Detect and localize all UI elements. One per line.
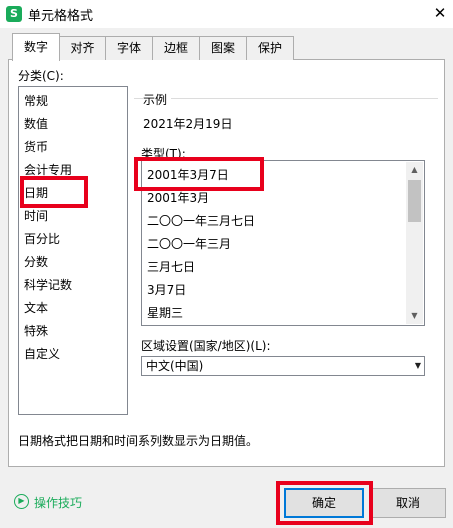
scroll-thumb[interactable] xyxy=(408,180,421,222)
ok-button[interactable]: 确定 xyxy=(284,488,364,518)
category-item-date[interactable]: 日期 xyxy=(23,183,49,204)
scroll-up-icon[interactable]: ▲ xyxy=(406,162,423,178)
category-item-custom[interactable]: 自定义 xyxy=(23,344,60,365)
sample-label: 示例 xyxy=(143,91,172,108)
type-item[interactable]: 2001年3月 xyxy=(147,187,209,210)
category-label: 分类(C): xyxy=(18,69,64,83)
close-button[interactable]: ✕ xyxy=(430,3,450,23)
cancel-button[interactable]: 取消 xyxy=(370,488,446,518)
type-item[interactable]: 三月七日 xyxy=(147,256,195,279)
category-item-special[interactable]: 特殊 xyxy=(23,321,48,342)
type-list-scrollbar[interactable]: ▲ ▼ xyxy=(406,162,423,324)
category-item-number[interactable]: 数值 xyxy=(23,114,48,135)
dropdown-arrow-icon: ▼ xyxy=(414,361,421,370)
type-item[interactable]: 星期三 xyxy=(147,302,183,325)
tab-number[interactable]: 数字 xyxy=(12,33,60,61)
type-item[interactable]: 二〇〇一年三月七日 xyxy=(147,210,255,233)
locale-label: 区域设置(国家/地区)(L): xyxy=(141,339,271,353)
format-description: 日期格式把日期和时间系列数显示为日期值。 xyxy=(18,434,259,448)
tips-link[interactable]: 操作技巧 xyxy=(34,494,82,511)
category-list[interactable]: 常规 数值 货币 会计专用 日期 时间 百分比 分数 科学记数 文本 特殊 自定… xyxy=(18,86,128,415)
type-list[interactable]: 2001年3月7日 2001年3月 二〇〇一年三月七日 二〇〇一年三月 三月七日… xyxy=(141,160,425,326)
tab-protection[interactable]: 保护 xyxy=(246,36,294,60)
category-item-percentage[interactable]: 百分比 xyxy=(23,229,60,250)
type-item[interactable]: 二〇〇一年三月 xyxy=(147,233,231,256)
type-item[interactable]: 2001年3月7日 xyxy=(147,164,229,187)
category-item-scientific[interactable]: 科学记数 xyxy=(23,275,72,296)
tab-alignment[interactable]: 对齐 xyxy=(59,36,106,60)
category-item-currency[interactable]: 货币 xyxy=(23,137,48,158)
app-logo-icon: S xyxy=(6,6,22,22)
tab-border[interactable]: 边框 xyxy=(152,36,200,60)
tips-play-icon[interactable]: ▶ xyxy=(14,494,29,509)
sample-value: 2021年2月19日 xyxy=(143,117,233,131)
tab-pattern[interactable]: 图案 xyxy=(199,36,247,60)
category-item-fraction[interactable]: 分数 xyxy=(23,252,48,273)
locale-select[interactable]: 中文(中国) ▼ xyxy=(141,356,425,376)
category-item-text[interactable]: 文本 xyxy=(23,298,48,319)
tab-font[interactable]: 字体 xyxy=(105,36,153,60)
category-item-accounting[interactable]: 会计专用 xyxy=(23,160,72,181)
scroll-down-icon[interactable]: ▼ xyxy=(406,308,423,324)
category-item-time[interactable]: 时间 xyxy=(23,206,48,227)
locale-value: 中文(中国) xyxy=(146,359,204,373)
dialog-title: 单元格格式 xyxy=(28,9,94,24)
category-item-general[interactable]: 常规 xyxy=(23,91,48,112)
type-item[interactable]: 3月7日 xyxy=(147,279,186,302)
